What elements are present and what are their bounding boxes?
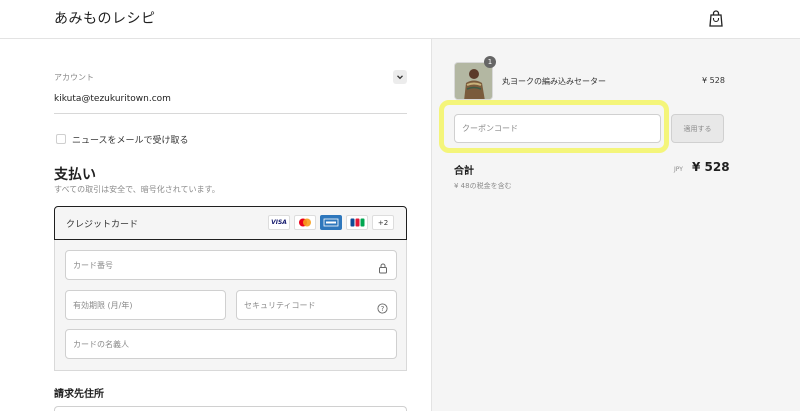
currency-code: JPY — [674, 166, 683, 173]
total-label: 合計 — [454, 166, 474, 177]
coupon-input[interactable] — [455, 115, 660, 142]
account-label: アカウント — [54, 73, 94, 82]
cardholder-name-field[interactable]: カードの名義人 — [65, 329, 397, 359]
account-email: kikuta@tezukuritown.com — [54, 94, 171, 104]
shopping-bag-icon[interactable] — [709, 10, 723, 27]
cardholder-name-placeholder: カードの名義人 — [73, 340, 129, 349]
apply-coupon-button[interactable]: 適用する — [671, 114, 724, 143]
help-icon[interactable]: ? — [377, 299, 388, 318]
product-price: ¥ 528 — [702, 76, 725, 85]
amex-icon — [320, 215, 342, 230]
coupon-field[interactable] — [454, 114, 661, 143]
card-number-placeholder: カード番号 — [73, 261, 113, 270]
total-price: ¥ 528 — [692, 160, 730, 174]
store-logo[interactable]: あみものレシピ — [54, 8, 156, 28]
payment-subtitle: すべての取引は安全で、暗号化されています。 — [54, 185, 220, 194]
billing-address-field[interactable] — [54, 406, 407, 411]
billing-title: 請求先住所 — [54, 389, 104, 400]
svg-text:?: ? — [381, 305, 385, 313]
payment-title: 支払い — [54, 167, 96, 183]
account-menu-button[interactable] — [393, 70, 407, 84]
newsletter-label[interactable]: ニュースをメールで受け取る — [72, 133, 189, 146]
security-code-field[interactable]: セキュリティコード ? — [236, 290, 397, 320]
expiry-field[interactable]: 有効期限 (月/年) — [65, 290, 226, 320]
card-number-field[interactable]: カード番号 — [65, 250, 397, 280]
credit-card-option[interactable]: クレジットカード VISA +2 — [54, 206, 407, 240]
card-brands: VISA +2 — [268, 215, 394, 230]
tax-note: ¥ 48の税金を含む — [454, 182, 512, 190]
card-fields: カード番号 有効期限 (月/年) セキュリティコード ? カードの名義人 — [54, 240, 407, 371]
header: あみものレシピ — [0, 0, 800, 39]
quantity-badge: 1 — [484, 56, 496, 68]
jcb-icon — [346, 215, 368, 230]
chevron-down-icon — [397, 75, 403, 80]
mastercard-icon — [294, 215, 316, 230]
credit-card-label: クレジットカード — [66, 220, 139, 230]
expiry-placeholder: 有効期限 (月/年) — [73, 301, 133, 310]
product-name: 丸ヨークの編み込みセーター — [502, 77, 606, 86]
newsletter-checkbox[interactable] — [56, 134, 66, 144]
visa-icon: VISA — [268, 215, 290, 230]
more-brands-badge: +2 — [372, 215, 394, 230]
divider — [54, 113, 407, 114]
security-code-placeholder: セキュリティコード — [244, 301, 316, 310]
lock-icon — [378, 259, 388, 278]
